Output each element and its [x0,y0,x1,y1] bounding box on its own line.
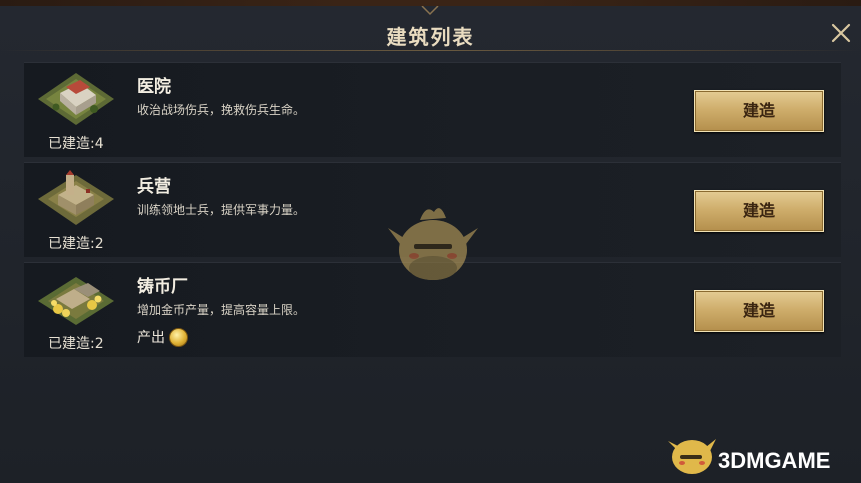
built-count: 已建造:4 [48,136,104,152]
watermark-mascot-icon [388,208,478,280]
building-description: 训练领地士兵，提供军事力量。 [137,203,306,217]
build-button-mint[interactable]: 建造 [694,290,824,332]
building-name: 铸币厂 [137,277,188,297]
title-bar: 建筑列表 [0,6,861,50]
build-button-hospital[interactable]: 建造 [694,90,824,132]
built-count: 已建造:2 [48,236,104,252]
building-name: 兵营 [137,177,171,197]
build-button-barracks[interactable]: 建造 [694,190,824,232]
building-description: 增加金币产量，提高容量上限。 [137,303,306,317]
barracks-icon [38,170,114,225]
page-title: 建筑列表 [386,25,475,49]
building-description: 收治战场伤兵，挽救伤兵生命。 [137,103,306,117]
built-count: 已建造:2 [48,336,104,352]
mint-icon [38,277,114,325]
hospital-icon [38,73,114,125]
building-name: 医院 [137,77,171,97]
title-divider [0,50,861,51]
watermark-text: 3DMGAME [718,448,831,473]
building-row-hospital: 已建造:4 医院 收治战场伤兵，挽救伤兵生命。 建造 [24,62,841,157]
gold-coin-icon [169,327,188,347]
produce-label: 产出 [137,327,188,347]
close-icon[interactable] [826,18,856,48]
produce-text: 产出 [137,330,165,346]
ornament-icon [421,6,439,16]
